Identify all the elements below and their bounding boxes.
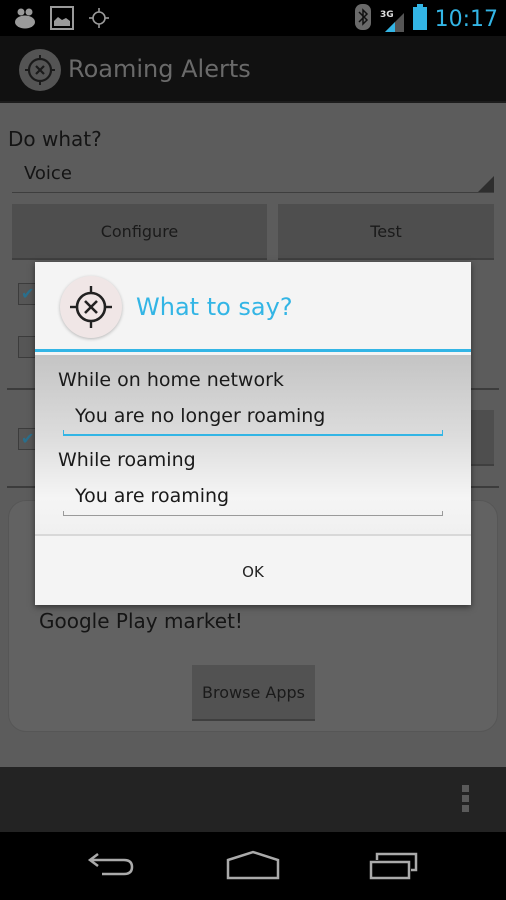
check-icon: ✔ <box>21 431 35 448</box>
ok-button[interactable]: OK <box>35 538 471 605</box>
spinner-value: Voice <box>24 163 72 184</box>
home-network-input[interactable]: You are no longer roaming <box>63 402 443 436</box>
browse-apps-button[interactable]: Browse Apps <box>192 665 315 721</box>
battery-icon <box>412 4 427 35</box>
ad-text: Google Play market! <box>39 609 243 633</box>
action-bar: Roaming Alerts <box>0 36 506 103</box>
dialog-header: What to say? <box>35 262 471 352</box>
dialog-title: What to say? <box>136 293 293 321</box>
bluetooth-icon <box>354 4 371 35</box>
home-network-value: You are no longer roaming <box>75 405 326 427</box>
do-what-label: Do what? <box>8 127 102 151</box>
bbm-icon <box>14 7 36 34</box>
roaming-value: You are roaming <box>75 485 230 507</box>
dialog-body: While on home network You are no longer … <box>35 355 471 536</box>
overflow-menu-icon[interactable] <box>462 785 472 812</box>
crosshair-x-icon <box>60 276 122 338</box>
configure-button[interactable]: Configure <box>12 204 267 260</box>
roaming-label: While roaming <box>58 449 196 471</box>
3g-signal-icon: 3G <box>379 7 405 33</box>
action-spinner[interactable]: Voice <box>12 159 494 193</box>
bottom-action-bar <box>0 767 506 832</box>
svg-text:3G: 3G <box>380 10 394 20</box>
recents-icon[interactable] <box>368 850 420 885</box>
home-network-label: While on home network <box>58 369 284 391</box>
spinner-arrow-icon <box>478 176 494 192</box>
picture-icon <box>50 6 74 35</box>
app-logo-icon[interactable] <box>19 49 61 96</box>
check-icon: ✔ <box>21 286 35 303</box>
home-icon[interactable] <box>225 850 281 885</box>
back-icon[interactable] <box>86 850 136 885</box>
gps-icon <box>88 7 110 34</box>
what-to-say-dialog: What to say? While on home network You a… <box>35 262 471 605</box>
test-button[interactable]: Test <box>278 204 494 260</box>
roaming-input[interactable]: You are roaming <box>63 482 443 516</box>
clock: 10:17 <box>434 7 498 32</box>
dialog-footer: OK <box>35 538 471 605</box>
status-bar: 3G 10:17 <box>0 0 506 36</box>
navigation-bar <box>0 832 506 900</box>
app-title: Roaming Alerts <box>68 55 251 83</box>
